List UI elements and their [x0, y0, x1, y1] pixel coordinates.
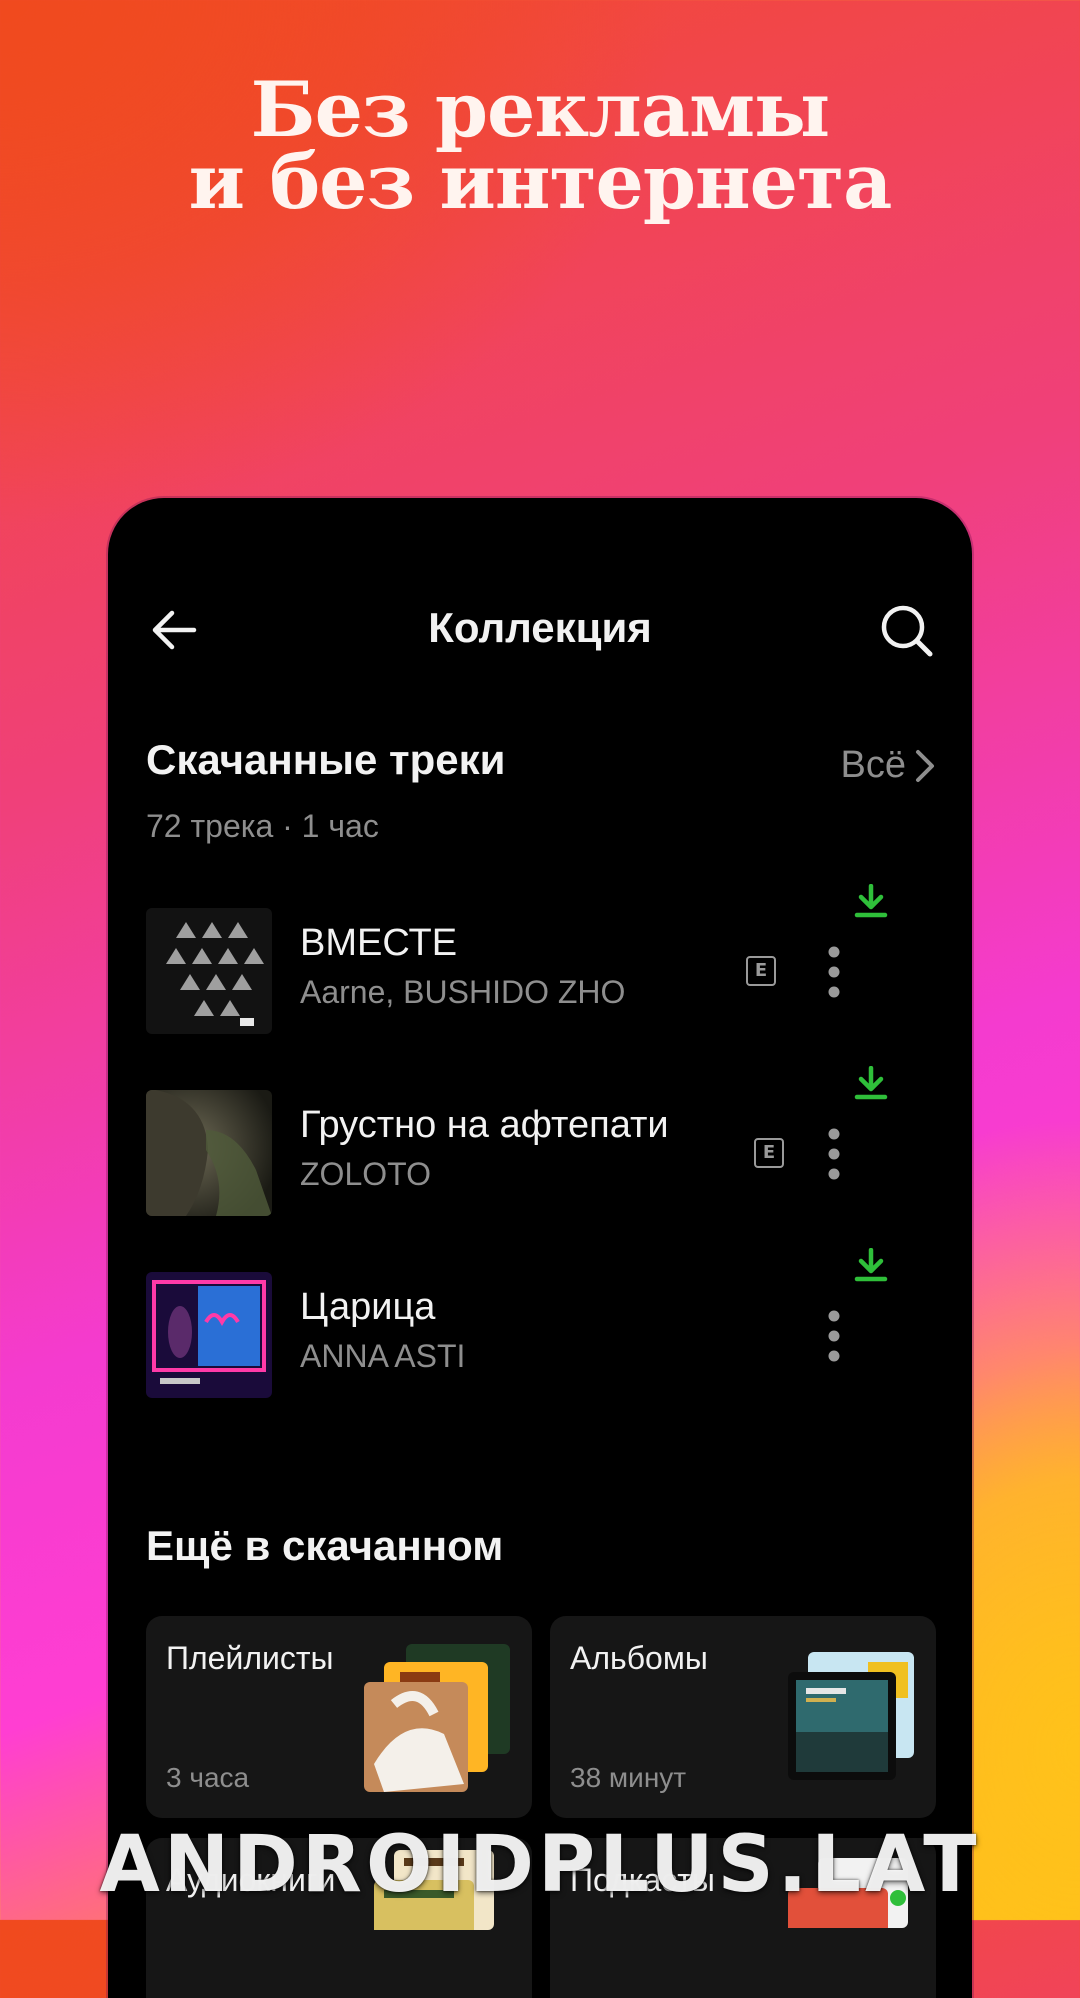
track-title: ВМЕСТЕ — [300, 922, 458, 964]
explicit-badge: E — [746, 956, 776, 986]
card-title: Альбомы — [570, 1640, 708, 1676]
track-artist: Aarne, BUSHIDO ZHO — [300, 974, 626, 1010]
track-cover — [146, 1090, 272, 1216]
more-options-button[interactable] — [822, 1308, 846, 1364]
downloaded-icon — [854, 1247, 888, 1282]
downloaded-icon — [854, 883, 888, 918]
promo-headline: Без рекламы и без интернета — [0, 65, 1080, 226]
track-cover — [146, 1272, 272, 1398]
playlists-card[interactable]: Плейлисты 3 часа — [146, 1616, 532, 1818]
albums-card[interactable]: Альбомы 38 минут — [550, 1616, 936, 1818]
phone-screen: Коллекция Скачанные треки 72 трека · 1 ч… — [108, 498, 972, 1998]
track-cover — [146, 908, 272, 1034]
more-options-button[interactable] — [822, 1126, 846, 1182]
promo-headline-line-2: и без интернета — [188, 137, 893, 226]
chevron-right-icon — [916, 749, 934, 782]
track-title: Грустно на афтепати — [300, 1104, 669, 1146]
watermark-text: ANDROIDPLUS.LAT — [99, 1820, 981, 1910]
track-row[interactable]: ВМЕСТЕ Aarne, BUSHIDO ZHO E — [146, 883, 972, 1036]
see-all-link[interactable]: Всё — [841, 744, 936, 787]
screen-title: Коллекция — [428, 604, 652, 651]
search-button[interactable] — [880, 604, 934, 658]
more-vertical-icon — [828, 1310, 840, 1362]
more-options-button[interactable] — [822, 944, 846, 1000]
promo-headline-line-1: Без рекламы — [250, 65, 831, 154]
card-subtitle: 38 минут — [570, 1762, 687, 1793]
playlist-covers-image — [364, 1644, 510, 1792]
card-subtitle: 3 часа — [166, 1762, 250, 1793]
card-title: Плейлисты — [166, 1640, 334, 1676]
top-app-bar: Коллекция — [108, 598, 972, 662]
search-icon — [881, 605, 933, 657]
explicit-badge: E — [754, 1138, 784, 1168]
downloads-section-title: Скачанные треки — [146, 736, 506, 783]
track-artist: ANNA ASTI — [300, 1338, 466, 1374]
downloads-section-subtitle: 72 трека · 1 час — [146, 808, 379, 844]
more-section-title: Ещё в скачанном — [146, 1522, 504, 1569]
track-title: Царица — [300, 1286, 436, 1328]
album-covers-image — [788, 1652, 914, 1780]
more-vertical-icon — [828, 946, 840, 998]
downloaded-icon — [854, 1065, 888, 1100]
see-all-label: Всё — [840, 744, 906, 786]
more-vertical-icon — [828, 1128, 840, 1180]
track-row[interactable]: Царица ANNA ASTI — [146, 1247, 972, 1400]
track-artist: ZOLOTO — [300, 1156, 431, 1192]
track-row[interactable]: Грустно на афтепати ZOLOTO E — [146, 1065, 972, 1218]
